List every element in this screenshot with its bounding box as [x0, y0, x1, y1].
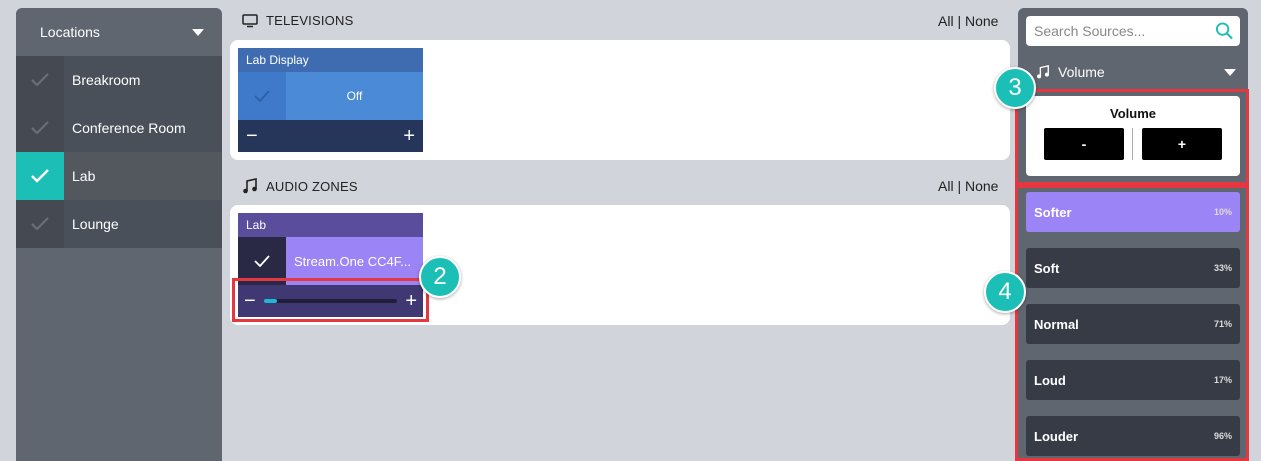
- check-icon: [16, 56, 64, 104]
- tile-name: Lab: [238, 213, 423, 237]
- check-icon: [16, 104, 64, 152]
- sidebar-item-label: Breakroom: [72, 72, 141, 88]
- audio-zones-section-header: AUDIO ZONES: [242, 178, 358, 194]
- sidebar-item-lab[interactable]: Lab: [16, 152, 222, 200]
- separator: |: [957, 178, 962, 194]
- locations-dropdown[interactable]: Locations: [16, 8, 222, 56]
- caret-down-icon: [1224, 68, 1236, 76]
- audio-zones-none-link[interactable]: None: [965, 178, 998, 194]
- music-note-icon: [243, 178, 257, 194]
- locations-sidebar: Locations Breakroom Conference Room Lab …: [16, 8, 222, 461]
- highlight-box-volume-slider: [232, 278, 429, 322]
- power-state-button[interactable]: Off: [286, 72, 423, 120]
- search-icon[interactable]: [1215, 21, 1234, 41]
- check-icon: [16, 152, 64, 200]
- callout-badge-4: 4: [984, 271, 1026, 313]
- highlight-box-presets: [1015, 185, 1249, 461]
- televisions-none-link[interactable]: None: [965, 13, 998, 29]
- tile-select-checkbox[interactable]: [238, 72, 286, 120]
- tv-minus-button[interactable]: −: [246, 126, 258, 146]
- audio-zones-all-none: All | None: [938, 178, 998, 194]
- tv-icon: [242, 13, 258, 27]
- search-input[interactable]: [1034, 23, 1215, 39]
- check-icon: [16, 200, 64, 248]
- highlight-box-volume-card: [1015, 89, 1249, 185]
- check-icon: [254, 255, 270, 267]
- search-box: [1026, 16, 1240, 46]
- tv-plus-button[interactable]: +: [403, 126, 415, 146]
- sidebar-item-lounge[interactable]: Lounge: [16, 200, 222, 248]
- televisions-section-header: TELEVISIONS: [242, 13, 353, 28]
- sidebar-item-label: Lab: [72, 168, 96, 184]
- sidebar-item-breakroom[interactable]: Breakroom: [16, 56, 222, 104]
- televisions-all-link[interactable]: All: [938, 13, 954, 29]
- separator: |: [957, 13, 962, 29]
- check-icon: [254, 90, 270, 102]
- source-type-dropdown[interactable]: Volume: [1036, 60, 1236, 84]
- sidebar-item-label: Conference Room: [72, 120, 186, 136]
- sidebar-item-label: Lounge: [72, 216, 119, 232]
- televisions-panel: Lab Display Off − +: [230, 40, 1010, 160]
- tile-name: Lab Display: [238, 48, 423, 72]
- televisions-all-none: All | None: [938, 13, 998, 29]
- audio-zones-all-link[interactable]: All: [938, 178, 954, 194]
- locations-header-label: Locations: [40, 24, 100, 40]
- music-note-icon: [1037, 65, 1049, 79]
- dropdown-label: Volume: [1058, 64, 1105, 80]
- televisions-title: TELEVISIONS: [266, 13, 354, 28]
- callout-badge-3: 3: [994, 67, 1036, 109]
- sidebar-item-conference-room[interactable]: Conference Room: [16, 104, 222, 152]
- caret-down-icon: [192, 28, 204, 36]
- callout-badge-2: 2: [419, 256, 461, 298]
- audio-zones-title: AUDIO ZONES: [266, 178, 358, 194]
- tv-tile-lab-display[interactable]: Lab Display Off − +: [238, 48, 423, 152]
